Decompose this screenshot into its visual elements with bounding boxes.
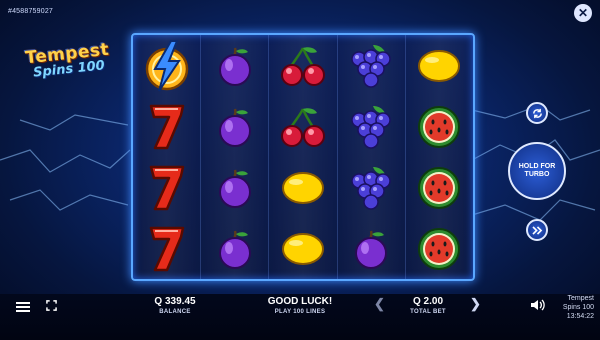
reel-grid[interactable] (131, 33, 475, 281)
cherry-symbol (275, 100, 331, 154)
refresh-icon (532, 108, 542, 118)
seven-icon (149, 165, 184, 210)
balance-value: Q 339.45 (154, 296, 196, 307)
reel-column (133, 35, 202, 279)
game-logo: Tempest Spins 100 (17, 39, 120, 82)
bet-decrease-button[interactable]: ❮ (374, 296, 385, 312)
plum-icon (355, 230, 388, 269)
game-name-2: Spins 100 (562, 304, 594, 311)
seven-symbol (139, 161, 195, 215)
quick-spin-button[interactable] (526, 219, 548, 241)
seven-symbol (139, 222, 195, 276)
grapes-symbol (343, 39, 399, 93)
plum-icon (218, 108, 251, 147)
plum-symbol (207, 100, 263, 154)
bet-increase-button[interactable]: ❯ (470, 296, 481, 312)
spin-button[interactable]: HOLD FOR TURBO (508, 142, 566, 200)
turbo-label-2: TURBO (524, 171, 550, 178)
reel-column (337, 35, 406, 279)
watermelon-symbol (411, 100, 467, 154)
game-info: Tempest Spins 100 13:54:22 (563, 294, 594, 321)
turbo-label-1: HOLD FOR (518, 163, 556, 170)
lemon-icon (418, 49, 461, 82)
reel-column (405, 35, 474, 279)
lemon-symbol (411, 39, 467, 93)
seven-symbol (139, 100, 195, 154)
watermelon-icon (418, 105, 461, 148)
bolt-icon (145, 39, 188, 92)
balance-display: Q 339.45 BALANCE (140, 296, 210, 315)
bolt-symbol (139, 39, 195, 93)
plum-symbol (207, 161, 263, 215)
cherry-icon (281, 107, 325, 147)
bet-display: Q 2.00 TOTAL BET (388, 296, 468, 315)
game-message: GOOD LUCK! PLAY 100 LINES (255, 296, 345, 315)
grapes-icon (351, 44, 391, 88)
watermelon-icon (418, 166, 461, 209)
seven-icon (149, 104, 184, 149)
reel-column (269, 35, 338, 279)
lines-label: PLAY 100 LINES (274, 309, 326, 315)
plum-symbol (343, 222, 399, 276)
watermelon-symbol (411, 161, 467, 215)
plum-symbol (207, 39, 263, 93)
close-button[interactable]: ✕ (574, 4, 592, 22)
lemon-symbol (275, 161, 331, 215)
cherry-icon (281, 46, 325, 86)
lemon-symbol (275, 222, 331, 276)
bet-value: Q 2.00 (412, 296, 444, 307)
game-round-id: #4588759027 (8, 8, 54, 15)
speaker-icon[interactable] (530, 298, 546, 312)
balance-label: BALANCE (159, 309, 191, 315)
grapes-symbol (343, 100, 399, 154)
grapes-symbol (343, 161, 399, 215)
plum-icon (218, 47, 251, 86)
cherry-symbol (275, 39, 331, 93)
lemon-icon (282, 171, 324, 204)
grapes-icon (351, 166, 391, 210)
plum-symbol (207, 222, 263, 276)
grapes-icon (351, 105, 391, 149)
menu-icon[interactable] (16, 300, 30, 314)
clock: 13:54:22 (566, 313, 594, 320)
lemon-icon (282, 232, 324, 265)
bet-label: TOTAL BET (410, 309, 446, 315)
watermelon-icon (418, 227, 461, 270)
game-name-1: Tempest (567, 295, 594, 302)
seven-icon (149, 226, 184, 271)
fullscreen-icon[interactable] (46, 300, 57, 311)
plum-icon (218, 169, 251, 208)
fast-forward-icon (531, 225, 542, 235)
message-text: GOOD LUCK! (267, 296, 333, 307)
reel-column (201, 35, 270, 279)
plum-icon (218, 230, 251, 269)
watermelon-symbol (411, 222, 467, 276)
autoplay-button[interactable] (526, 102, 548, 124)
